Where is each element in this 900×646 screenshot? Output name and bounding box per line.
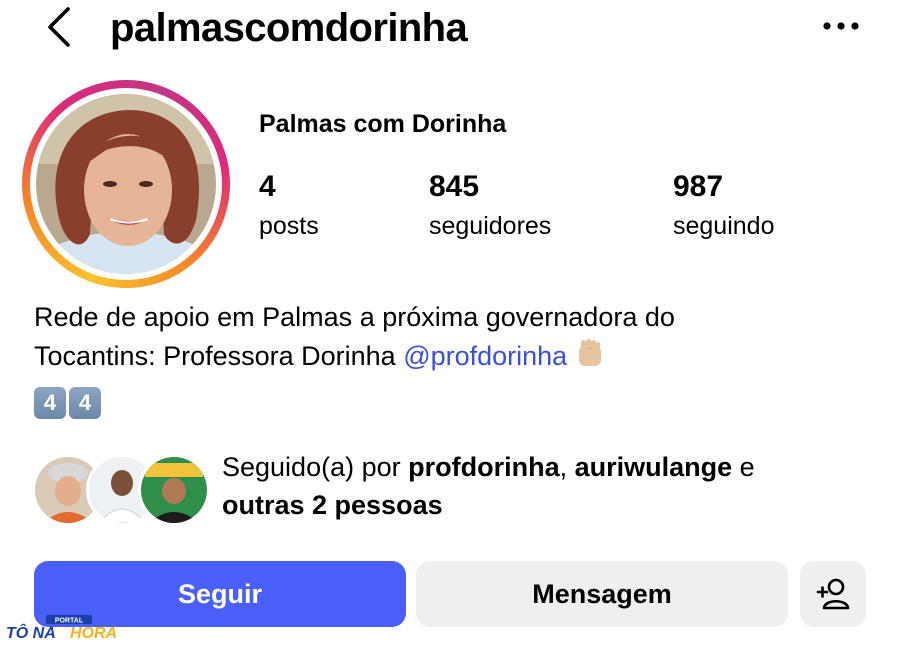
svg-text:PORTAL: PORTAL xyxy=(55,618,84,625)
chevron-left-icon xyxy=(48,7,70,47)
stat-posts-count: 4 xyxy=(259,170,276,203)
ellipsis-icon xyxy=(823,22,859,30)
back-button[interactable] xyxy=(36,4,82,50)
svg-text:HORA: HORA xyxy=(70,625,117,641)
profile-bio: Rede de apoio em Palmas a próxima govern… xyxy=(34,298,854,420)
bio-line-2: Tocantins: Professora Dorinha @profdorin… xyxy=(34,336,854,380)
followed-by-text[interactable]: Seguido(a) por profdorinha, auriwulange … xyxy=(222,448,862,524)
raised-fist-emoji-icon xyxy=(573,336,607,380)
more-options-button[interactable] xyxy=(818,6,864,46)
stat-posts[interactable]: 4 posts xyxy=(259,170,319,246)
profile-display-name: Palmas com Dorinha xyxy=(259,110,507,138)
stat-posts-label: posts xyxy=(259,212,319,240)
followed-by-user: profdorinha xyxy=(408,452,560,482)
stat-followers-label: seguidores xyxy=(429,212,552,240)
followed-by-user: auriwulange xyxy=(574,452,733,482)
keycap-digit-emoji-icon: 4 xyxy=(34,386,66,419)
bio-line-1: Rede de apoio em Palmas a próxima govern… xyxy=(34,302,675,332)
stat-following-label: seguindo xyxy=(673,212,775,240)
stat-following[interactable]: 987 seguindo xyxy=(673,170,774,246)
stat-followers-count: 845 xyxy=(429,170,480,203)
bio-mention-link[interactable]: @profdorinha xyxy=(403,341,567,371)
profile-username: palmascomdorinha xyxy=(110,6,468,50)
follower-avatar[interactable] xyxy=(138,454,210,526)
portal-watermark-logo: PORTAL TÔ NA HORA xyxy=(2,615,152,642)
stat-followers[interactable]: 845 seguidores xyxy=(429,170,551,246)
message-button[interactable]: Mensagem xyxy=(416,561,788,627)
followed-by-others: outras 2 pessoas xyxy=(222,490,443,520)
profile-avatar[interactable] xyxy=(36,94,216,274)
stat-following-count: 987 xyxy=(673,170,724,203)
bio-line-3: 44 xyxy=(34,382,854,420)
suggest-user-button[interactable] xyxy=(800,561,866,627)
svg-text:TÔ NA: TÔ NA xyxy=(6,623,56,641)
keycap-digit-emoji-icon: 4 xyxy=(69,386,101,419)
add-person-icon xyxy=(816,578,850,610)
